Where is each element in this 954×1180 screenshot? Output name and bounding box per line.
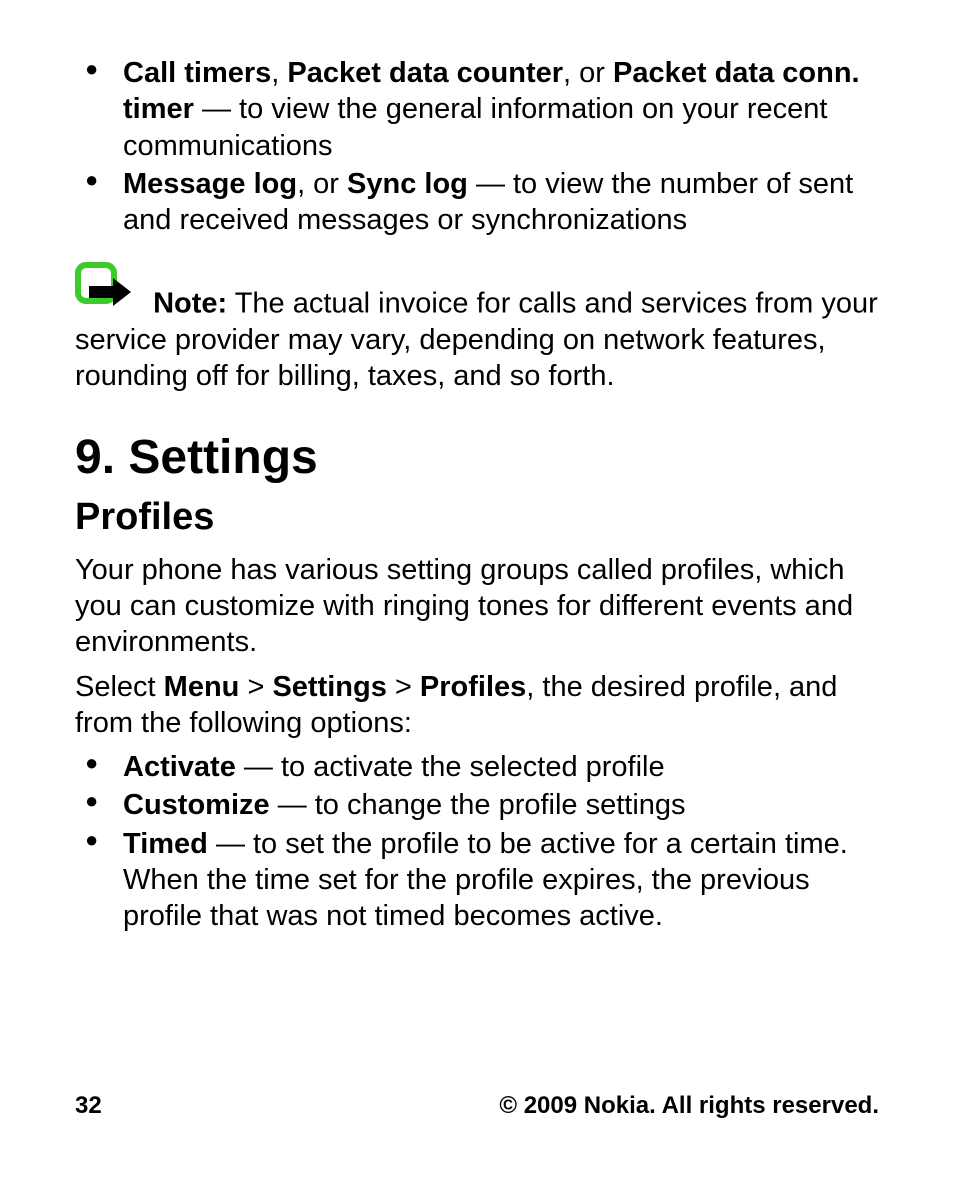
page-footer: 32 © 2009 Nokia. All rights reserved. xyxy=(75,1092,879,1120)
term: Sync log xyxy=(347,168,468,200)
term: Customize xyxy=(123,789,270,821)
bullet-list-bottom: Activate — to activate the selected prof… xyxy=(75,749,879,934)
paragraph: Your phone has various setting groups ca… xyxy=(75,552,879,661)
note-arrow-icon xyxy=(75,262,141,319)
menu-path: Profiles xyxy=(420,671,526,703)
copyright-text: © 2009 Nokia. All rights reserved. xyxy=(499,1092,879,1120)
bullet-list-top: Call timers, Packet data counter, or Pac… xyxy=(75,55,879,238)
chapter-heading: 9. Settings xyxy=(75,428,879,488)
list-item: Activate — to activate the selected prof… xyxy=(123,749,879,785)
term: Packet data counter xyxy=(287,57,563,89)
term: Activate xyxy=(123,751,236,783)
page-content: Call timers, Packet data counter, or Pac… xyxy=(75,55,879,934)
section-heading: Profiles xyxy=(75,494,879,542)
note-paragraph: Note: The actual invoice for calls and s… xyxy=(75,262,879,394)
page-number: 32 xyxy=(75,1092,102,1120)
list-item: Call timers, Packet data counter, or Pac… xyxy=(123,55,879,164)
term: Call timers xyxy=(123,57,271,89)
menu-path: Settings xyxy=(272,671,386,703)
term: Message log xyxy=(123,168,297,200)
list-item: Customize — to change the profile settin… xyxy=(123,787,879,823)
term: Timed xyxy=(123,828,208,860)
list-item: Message log, or Sync log — to view the n… xyxy=(123,166,879,239)
note-label: Note: xyxy=(153,288,227,320)
paragraph: Select Menu > Settings > Profiles, the d… xyxy=(75,669,879,742)
list-item: Timed — to set the profile to be active … xyxy=(123,826,879,935)
menu-path: Menu xyxy=(164,671,240,703)
